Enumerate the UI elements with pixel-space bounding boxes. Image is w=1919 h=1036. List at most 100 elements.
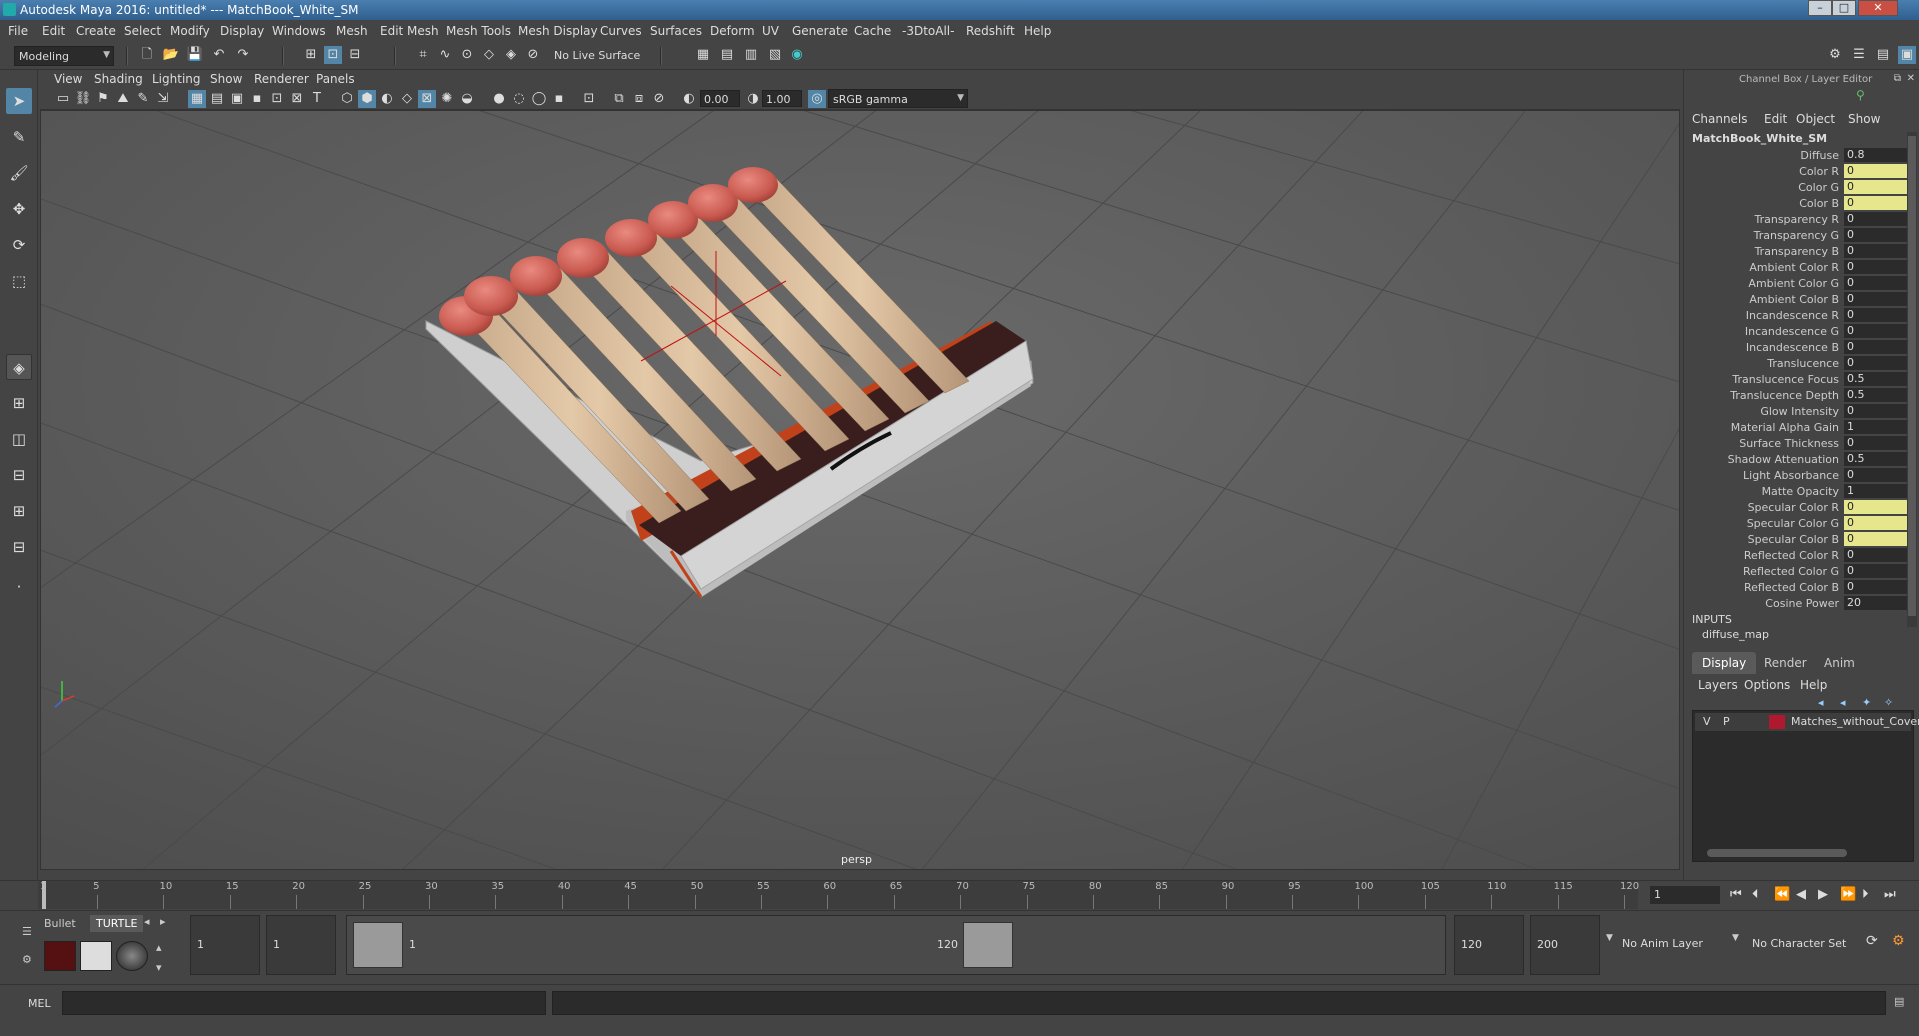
step-back-frame-icon[interactable]: ⏴ (1752, 887, 1759, 902)
channel-row[interactable]: Transparency G 0 (1692, 228, 1907, 243)
channel-label[interactable]: Specular Color R (1748, 501, 1839, 514)
layer-menu-options[interactable]: Options (1744, 678, 1790, 692)
channel-value[interactable]: 0 (1844, 564, 1907, 578)
channel-value[interactable]: 0 (1844, 500, 1907, 514)
channel-value[interactable]: 0 (1844, 308, 1907, 322)
snap-surface-icon[interactable]: ◈ (502, 46, 520, 64)
color-space-dropdown[interactable]: sRGB gamma ▼ (828, 89, 968, 108)
channel-value[interactable]: 1 (1844, 420, 1907, 434)
menu-3dtoall[interactable]: -3DtoAll- (902, 24, 954, 38)
channel-value[interactable]: 0 (1844, 436, 1907, 450)
use-all-lights-icon[interactable]: ✺ (438, 90, 456, 108)
channel-label[interactable]: Translucence Depth (1730, 389, 1839, 402)
gamma-field[interactable]: 1.00 (762, 90, 802, 107)
tab-display[interactable]: Display (1692, 652, 1757, 674)
channel-value[interactable]: 0 (1844, 340, 1907, 354)
cb-menu-show[interactable]: Show (1848, 112, 1880, 126)
channel-row[interactable]: Ambient Color G 0 (1692, 276, 1907, 291)
smooth-shade-icon[interactable]: ⬢ (358, 90, 376, 108)
isolate-select-icon[interactable]: ⊡ (580, 90, 598, 108)
range-start-handle[interactable] (353, 922, 403, 968)
channel-value[interactable]: 0 (1844, 164, 1907, 178)
inputs-item[interactable]: diffuse_map (1702, 628, 1769, 641)
channel-label[interactable]: Glow Intensity (1760, 405, 1839, 418)
channel-box-scrollbar[interactable] (1907, 132, 1917, 627)
select-component-icon[interactable]: ⊟ (346, 46, 364, 64)
xray-active-icon[interactable]: ⧈ (630, 90, 648, 108)
motion-blur-icon[interactable]: ◌ (510, 90, 528, 108)
undo-icon[interactable]: ↶ (210, 46, 228, 64)
time-track[interactable]: 1510152025303540455055606570758085909510… (38, 881, 1639, 909)
grid-toggle-icon[interactable]: ▦ (188, 90, 206, 108)
chevron-down-icon[interactable]: ▼ (1732, 933, 1739, 943)
channel-row[interactable]: Diffuse 0.8 (1692, 148, 1907, 163)
close-panel-icon[interactable]: ✕ (1907, 73, 1915, 84)
channel-label[interactable]: Reflected Color G (1743, 565, 1839, 578)
menu-deform[interactable]: Deform (710, 24, 755, 38)
wireframe-on-shaded-icon[interactable]: ◐ (378, 90, 396, 108)
channel-row[interactable]: Ambient Color B 0 (1692, 292, 1907, 307)
maximize-button[interactable]: □ (1832, 0, 1856, 16)
channel-row[interactable]: Incandescence B 0 (1692, 340, 1907, 355)
paint-select-tool-icon[interactable]: 🖌 (6, 160, 32, 186)
anim-start-field[interactable]: 1 (190, 915, 260, 975)
menu-cache[interactable]: Cache (854, 24, 891, 38)
channel-value[interactable]: 0 (1844, 228, 1907, 242)
channel-row[interactable]: Surface Thickness 0 (1692, 436, 1907, 451)
cb-menu-object[interactable]: Object (1796, 112, 1835, 126)
channel-row[interactable]: Reflected Color R 0 (1692, 548, 1907, 563)
minimize-button[interactable]: – (1808, 0, 1832, 16)
range-end-handle[interactable] (963, 922, 1013, 968)
viewport-menu-view[interactable]: View (54, 72, 82, 86)
menu-select[interactable]: Select (124, 24, 161, 38)
channel-label[interactable]: Translucence Focus (1732, 373, 1839, 386)
safe-action-icon[interactable]: ⊠ (288, 90, 306, 108)
channel-row[interactable]: Matte Opacity 1 (1692, 484, 1907, 499)
turtle-render-icon[interactable] (44, 941, 76, 971)
shelf-tab-bullet[interactable]: Bullet (38, 915, 82, 932)
go-to-end-icon[interactable]: ⏭ (1884, 887, 1896, 902)
menu-windows[interactable]: Windows (272, 24, 326, 38)
channel-label[interactable]: Matte Opacity (1762, 485, 1839, 498)
channel-value[interactable]: 0 (1844, 260, 1907, 274)
command-language-label[interactable]: MEL (28, 997, 51, 1010)
channel-row[interactable]: Translucence 0 (1692, 356, 1907, 371)
persp-viewport[interactable]: persp (40, 110, 1680, 870)
mode-dropdown[interactable]: Modeling ▼ (14, 46, 114, 66)
shelf-scroll-right-icon[interactable]: ▸ (160, 915, 166, 928)
channel-row[interactable]: Translucence Focus 0.5 (1692, 372, 1907, 387)
viewport-menu-panels[interactable]: Panels (316, 72, 355, 86)
channel-value[interactable]: 0 (1844, 356, 1907, 370)
channel-row[interactable]: Reflected Color G 0 (1692, 564, 1907, 579)
channel-row[interactable]: Cosine Power 20 (1692, 596, 1907, 611)
screen-space-ao-icon[interactable]: ● (490, 90, 508, 108)
move-layer-up-icon[interactable]: ◂ (1818, 696, 1824, 709)
channel-label[interactable]: Diffuse (1800, 149, 1839, 162)
animation-preferences-icon[interactable]: ⚙ (1892, 933, 1905, 949)
new-scene-icon[interactable]: 🗋 (138, 46, 156, 64)
select-tool-icon[interactable]: ➤ (6, 88, 32, 114)
backface-culling-icon[interactable]: ⊘ (650, 90, 668, 108)
channel-row[interactable]: Light Absorbance 0 (1692, 468, 1907, 483)
resolution-gate-icon[interactable]: ▣ (228, 90, 246, 108)
field-chart-icon[interactable]: ⊡ (268, 90, 286, 108)
command-input[interactable] (62, 991, 546, 1015)
channel-value[interactable]: 0.5 (1844, 372, 1907, 386)
new-layer-selected-icon[interactable]: ✧ (1884, 696, 1893, 709)
channel-value[interactable]: 0 (1844, 180, 1907, 194)
xray-joints-icon[interactable]: ⧉ (610, 90, 628, 108)
menu-uv[interactable]: UV (762, 24, 779, 38)
channel-label[interactable]: Color G (1798, 181, 1839, 194)
channel-value[interactable]: 0 (1844, 196, 1907, 210)
menu-redshift[interactable]: Redshift (966, 24, 1015, 38)
layer-list-scrollbar[interactable] (1707, 849, 1847, 857)
channel-value[interactable]: 0 (1844, 244, 1907, 258)
channel-value[interactable]: 0 (1844, 212, 1907, 226)
layer-menu-layers[interactable]: Layers (1698, 678, 1738, 692)
menu-help[interactable]: Help (1024, 24, 1051, 38)
wireframe-icon[interactable]: ⬡ (338, 90, 356, 108)
camera-select-icon[interactable]: ▭ (54, 90, 72, 108)
save-scene-icon[interactable]: 💾 (186, 46, 204, 64)
layer-playback-toggle[interactable]: P (1723, 715, 1730, 728)
anti-aliasing-icon[interactable]: ◯ (530, 90, 548, 108)
